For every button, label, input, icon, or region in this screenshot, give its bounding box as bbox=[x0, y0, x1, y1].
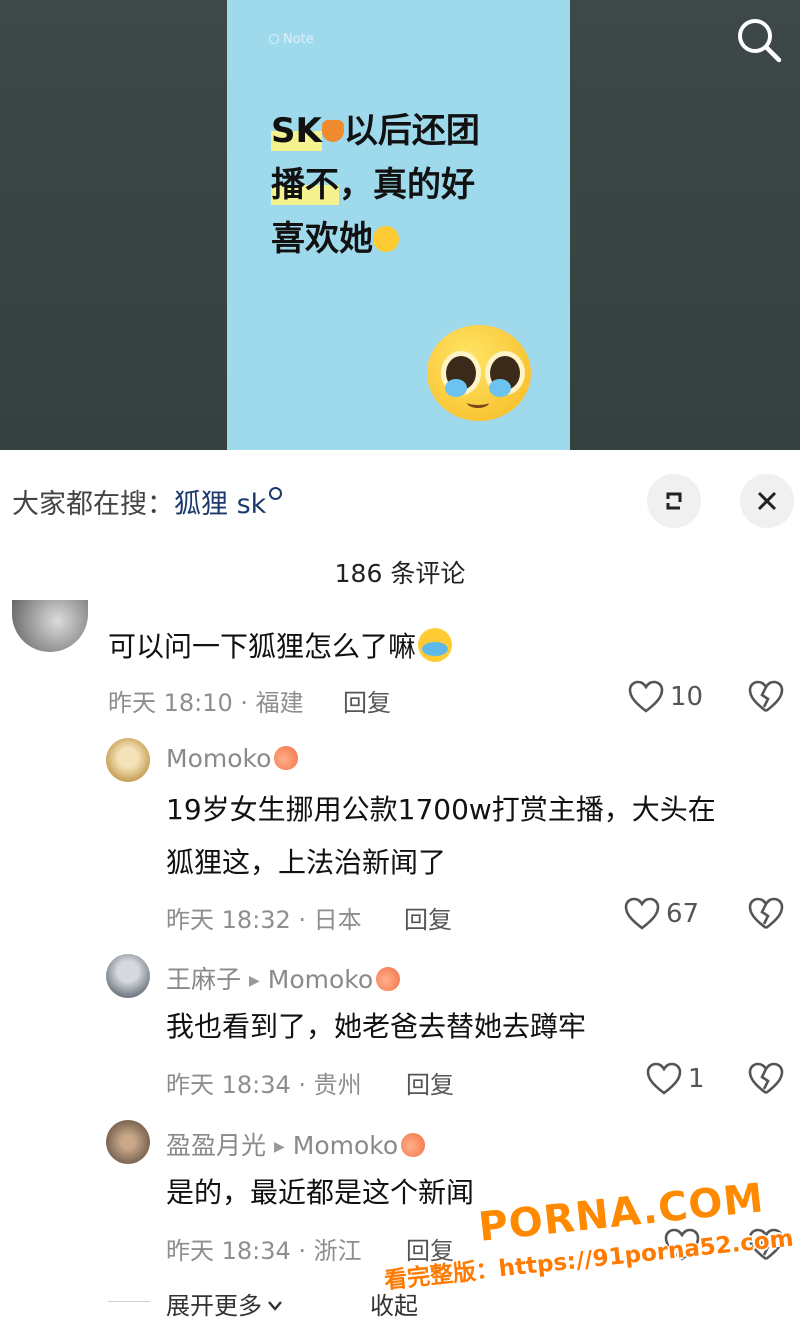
avatar[interactable] bbox=[106, 738, 150, 782]
heart-icon bbox=[624, 897, 660, 930]
comment-count: 186 条评论 bbox=[334, 559, 466, 588]
note-line3: 喜欢她 bbox=[271, 219, 373, 259]
comment-meta: 昨天 18:34 · 浙江 bbox=[166, 1237, 362, 1265]
note-line2-highlight: 播不 bbox=[271, 165, 339, 205]
chevron-down-icon bbox=[268, 1301, 282, 1311]
reply-arrow-icon: ▶ bbox=[249, 973, 260, 989]
heart-icon bbox=[646, 1062, 682, 1095]
comment-meta: 昨天 18:34 · 贵州 bbox=[166, 1071, 362, 1099]
trending-label: 大家都在搜： bbox=[12, 489, 174, 520]
comment-username[interactable]: 王麻子 ▶ Momoko bbox=[166, 960, 401, 996]
close-button[interactable] bbox=[740, 474, 794, 528]
expand-button[interactable] bbox=[647, 474, 701, 528]
note-logo-icon bbox=[269, 34, 279, 44]
dislike-button[interactable] bbox=[748, 680, 784, 718]
close-icon bbox=[757, 491, 777, 511]
like-count: 10 bbox=[670, 682, 704, 712]
dislike-button[interactable] bbox=[748, 1062, 784, 1100]
dislike-button[interactable] bbox=[748, 897, 784, 935]
reply-button[interactable]: 回复 bbox=[404, 900, 452, 935]
expand-icon bbox=[666, 492, 682, 510]
comment-text-line1: 19岁女生挪用公款1700w打赏主播，大头在 bbox=[166, 793, 716, 826]
peach-badge-icon bbox=[401, 1133, 426, 1157]
peach-badge-icon bbox=[376, 967, 401, 991]
reply-to-username: Momoko bbox=[267, 965, 374, 994]
avatar[interactable] bbox=[106, 954, 150, 998]
comment-text: 可以问一下狐狸怎么了嘛 bbox=[108, 618, 453, 676]
broken-heart-icon bbox=[748, 897, 784, 930]
heart-icon bbox=[628, 680, 664, 713]
comment-text-line2: 狐狸这，上法治新闻了 bbox=[166, 846, 447, 879]
like-count: 67 bbox=[666, 899, 700, 929]
search-button[interactable] bbox=[733, 14, 785, 66]
pleading-face-emoji-icon bbox=[427, 325, 531, 421]
note-line2-rest: ，真的好 bbox=[339, 165, 475, 205]
note-card: Note SK 以后还团 播不，真的好 喜欢她 bbox=[227, 0, 570, 450]
note-watermark: Note bbox=[269, 32, 314, 47]
trending-search-link[interactable]: 狐狸 sk bbox=[174, 487, 283, 520]
fox-emoji-icon bbox=[321, 119, 344, 142]
broken-heart-icon bbox=[748, 680, 784, 713]
like-button[interactable]: 1 bbox=[646, 1062, 705, 1096]
video-player[interactable]: Note SK 以后还团 播不，真的好 喜欢她 bbox=[0, 0, 800, 450]
search-icon bbox=[738, 19, 782, 63]
comment-username[interactable]: 盈盈月光 ▶ Momoko bbox=[166, 1126, 426, 1162]
reply-button[interactable]: 回复 bbox=[343, 683, 391, 718]
comment-meta: 昨天 18:32 · 日本 bbox=[166, 906, 362, 934]
note-line1-rest: 以后还团 bbox=[343, 111, 480, 151]
reply-button[interactable]: 回复 bbox=[406, 1065, 454, 1100]
comment-username[interactable]: Momoko bbox=[166, 744, 299, 773]
broken-heart-icon bbox=[748, 1062, 784, 1095]
trending-search: 大家都在搜：狐狸 sk bbox=[12, 482, 283, 521]
avatar[interactable] bbox=[106, 1120, 150, 1164]
crying-emoji-icon bbox=[373, 225, 399, 252]
divider bbox=[108, 1301, 150, 1302]
note-line1-highlight: SK bbox=[271, 111, 322, 151]
expand-more-button[interactable]: 展开更多 bbox=[166, 1286, 284, 1321]
like-button[interactable]: 10 bbox=[628, 680, 703, 714]
reply-to-username: Momoko bbox=[292, 1131, 399, 1160]
like-count: 1 bbox=[688, 1064, 705, 1094]
comment-text: 是的，最近都是这个新闻 bbox=[166, 1176, 475, 1209]
note-watermark-text: Note bbox=[283, 32, 314, 47]
reply-arrow-icon: ▶ bbox=[274, 1139, 285, 1155]
trending-query[interactable]: 狐狸 sk bbox=[174, 489, 266, 520]
peach-badge-icon bbox=[274, 746, 299, 770]
crying-emoji-icon bbox=[418, 628, 453, 662]
search-small-icon bbox=[269, 487, 283, 500]
like-button[interactable]: 67 bbox=[624, 897, 699, 931]
note-text: SK 以后还团 播不，真的好 喜欢她 bbox=[271, 104, 541, 266]
comment-text: 我也看到了，她老爸去替她去蹲牢 bbox=[166, 1010, 587, 1043]
comment-meta: 昨天 18:10 · 福建 bbox=[108, 689, 304, 717]
